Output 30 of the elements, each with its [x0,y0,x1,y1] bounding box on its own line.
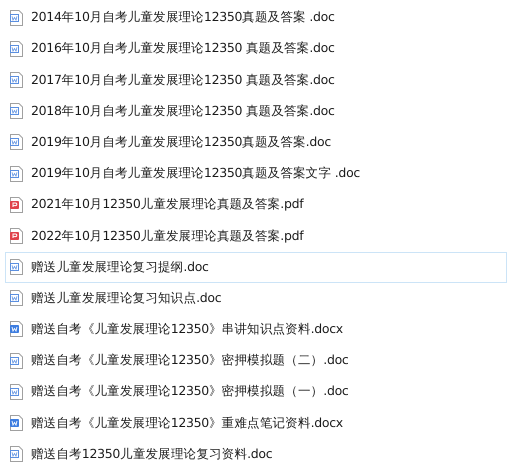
pdf-file-icon [10,228,23,244]
file-row[interactable]: 赠送自考《儿童发展理论12350》重难点笔记资料.docx [5,407,507,439]
file-row[interactable]: 赠送自考《儿童发展理论12350》密押模拟题（二）.doc [5,345,507,376]
document-file-icon [10,72,23,88]
file-row[interactable]: 赠送儿童发展理论复习提纲.doc [5,252,507,283]
document-file-icon [10,446,23,462]
file-row[interactable]: 2019年10月自考儿童发展理论12350真题及答案.doc [5,126,507,158]
document-file-icon [10,103,23,120]
file-row[interactable]: 2014年10月自考儿童发展理论12350真题及答案 .doc [5,2,507,34]
file-row[interactable]: 2019年10月自考儿童发展理论12350真题及答案文字 .doc [5,158,507,190]
document-file-icon [10,352,23,369]
word-file-icon [10,321,23,338]
document-file-icon [10,10,23,26]
file-row[interactable]: 赠送儿童发展理论复习知识点.doc [5,282,507,314]
document-file-icon [10,384,23,400]
file-row[interactable]: 2018年10月自考儿童发展理论12350 真题及答案.doc [5,96,507,127]
document-file-icon [10,290,23,306]
file-row[interactable]: 2017年10月自考儿童发展理论12350 真题及答案.doc [5,64,507,96]
document-file-icon [10,40,23,57]
pdf-file-icon [10,196,23,213]
file-row[interactable]: 赠送自考《儿童发展理论12350》串讲知识点资料.docx [5,314,507,346]
document-file-icon [10,134,23,150]
file-row[interactable]: 赠送自考12350儿童发展理论复习资料.doc [5,438,507,470]
document-file-icon [10,259,23,276]
file-row[interactable]: 2016年10月自考儿童发展理论12350 真题及答案.doc [5,33,507,64]
file-row[interactable]: 赠送自考《儿童发展理论12350》密押模拟题（一）.doc [5,376,507,408]
file-row[interactable]: 2022年10月12350儿童发展理论真题及答案.pdf [5,220,507,252]
word-file-icon [10,415,23,432]
document-file-icon [10,166,23,182]
file-row[interactable]: 2021年10月12350儿童发展理论真题及答案.pdf [5,189,507,220]
